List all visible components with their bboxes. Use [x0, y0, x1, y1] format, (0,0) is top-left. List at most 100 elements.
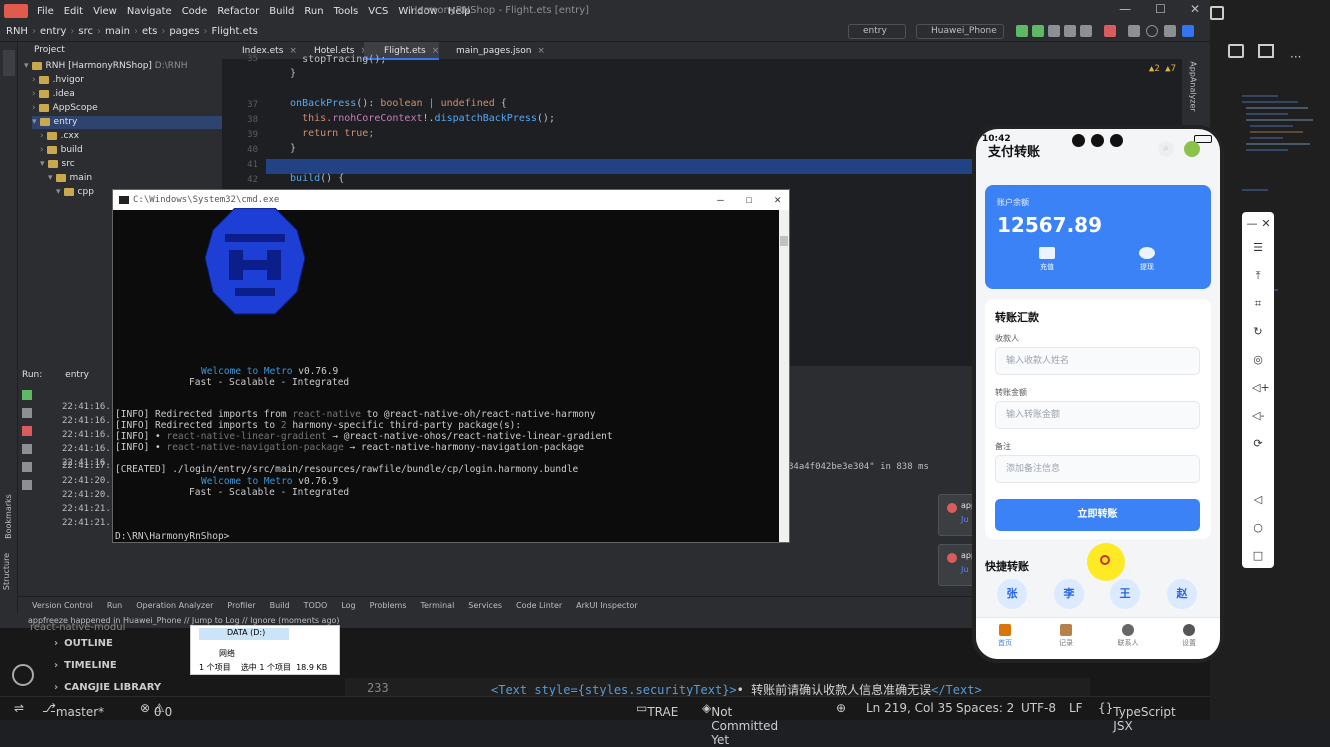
menu-build[interactable]: Build: [264, 6, 299, 17]
trae-item[interactable]: ▭ TRAE: [636, 701, 678, 719]
debug-icon[interactable]: [1032, 25, 1044, 37]
maximize-icon[interactable]: ☐: [746, 193, 753, 206]
minimize-icon[interactable]: —: [1246, 218, 1258, 230]
tree-item[interactable]: › .cxx: [40, 130, 79, 143]
sync-icon[interactable]: [1128, 25, 1140, 37]
tool-build[interactable]: Build: [270, 601, 290, 610]
tool-services[interactable]: Services: [468, 601, 502, 610]
menu-vcs[interactable]: VCS: [363, 6, 393, 17]
menu-file[interactable]: File: [32, 6, 59, 17]
tree-item[interactable]: ▾ src: [40, 158, 75, 171]
tool-terminal[interactable]: Terminal: [420, 601, 454, 610]
stop-icon[interactable]: [1104, 25, 1116, 37]
tab-contacts[interactable]: 联系人: [1108, 624, 1148, 648]
tree-item[interactable]: ▾ main: [48, 172, 92, 185]
tool-run[interactable]: Run: [107, 601, 122, 610]
volume-down-icon[interactable]: ◁-: [1252, 410, 1264, 422]
menu-tools[interactable]: Tools: [329, 6, 364, 17]
indentation[interactable]: Spaces: 2: [956, 701, 1014, 715]
cmd-prompt[interactable]: D:\RN\HarmonyRnShop>: [115, 531, 229, 542]
minimize-icon[interactable]: —: [717, 193, 724, 206]
crop-icon[interactable]: ⌗: [1252, 298, 1264, 310]
menu-navigate[interactable]: Navigate: [122, 6, 177, 17]
tool-problems[interactable]: Problems: [370, 601, 407, 610]
edit-icon[interactable]: [1228, 44, 1244, 58]
structure-tool[interactable]: Structure: [2, 553, 11, 590]
gear-icon[interactable]: [1164, 25, 1176, 37]
run-config-select[interactable]: entry: [848, 24, 906, 39]
ai-assistant-icon[interactable]: [1182, 25, 1194, 37]
zoom-icon[interactable]: ⊕: [836, 701, 846, 715]
close-icon[interactable]: ✕: [774, 193, 781, 206]
split-icon[interactable]: [1210, 6, 1224, 20]
attach-icon[interactable]: [1064, 25, 1076, 37]
wrench-icon[interactable]: [22, 408, 32, 418]
tool-code-linter[interactable]: Code Linter: [516, 601, 562, 610]
location-icon[interactable]: ◎: [1252, 354, 1264, 366]
recents-icon[interactable]: □: [1252, 550, 1264, 562]
menu-refactor[interactable]: Refactor: [212, 6, 264, 17]
vscode-editor-line[interactable]: 233 <Text style={styles.securityText}>• …: [345, 678, 1090, 698]
search-icon[interactable]: [1146, 25, 1158, 37]
tree-item[interactable]: › .hvigor: [32, 74, 84, 87]
language-mode[interactable]: {} TypeScript JSX: [1098, 701, 1176, 733]
rotate-icon[interactable]: ↻: [1252, 326, 1264, 338]
transfer-now-button[interactable]: 立即转账: [995, 499, 1200, 531]
avatar[interactable]: [1184, 141, 1200, 157]
recharge-button[interactable]: 充值: [1027, 247, 1067, 272]
network-item[interactable]: 网络: [219, 648, 235, 659]
back-icon[interactable]: ◁: [1252, 494, 1264, 506]
project-tool-icon[interactable]: [3, 50, 15, 76]
settings-gear-icon[interactable]: [12, 664, 34, 686]
tool-arkui-inspector[interactable]: ArkUI Inspector: [576, 601, 637, 610]
volume-up-icon[interactable]: ◁+: [1252, 382, 1270, 394]
bookmarks-tool[interactable]: Bookmarks: [4, 494, 13, 539]
minimize-icon[interactable]: —: [1119, 2, 1131, 16]
tree-item[interactable]: ▾ entry: [32, 116, 222, 129]
more-icon[interactable]: ···: [1290, 50, 1301, 64]
tree-item[interactable]: › AppScope: [32, 102, 98, 115]
run-icon[interactable]: [1016, 25, 1028, 37]
tab-main-pages[interactable]: main_pages.json ×: [436, 42, 545, 60]
tab-records[interactable]: 记录: [1046, 624, 1086, 648]
breadcrumb-item[interactable]: pages: [169, 26, 199, 37]
cangjie-library-section[interactable]: › CANGJIE LIBRARY: [54, 682, 161, 693]
breadcrumb-item[interactable]: entry: [40, 26, 66, 37]
contact-avatar[interactable]: 王: [1110, 579, 1140, 609]
trash-icon[interactable]: [22, 480, 32, 490]
breadcrumb-item[interactable]: ets: [142, 26, 157, 37]
git-blame[interactable]: ◈ Not Committed Yet: [702, 701, 778, 747]
tab-home[interactable]: 首页: [985, 624, 1025, 648]
home-icon[interactable]: ○: [1252, 522, 1264, 534]
project-panel-header[interactable]: Project: [18, 42, 222, 58]
breadcrumb-item[interactable]: RNH: [6, 26, 28, 37]
rerun-icon[interactable]: [22, 390, 32, 400]
menu-edit[interactable]: Edit: [59, 6, 88, 17]
tool-operation-analyzer[interactable]: Operation Analyzer: [136, 601, 213, 610]
scroll-thumb[interactable]: [780, 236, 788, 246]
amount-input[interactable]: 输入转账金额: [995, 401, 1200, 429]
contact-avatar[interactable]: 赵: [1167, 579, 1197, 609]
withdraw-button[interactable]: 提现: [1127, 247, 1167, 272]
encoding[interactable]: UTF-8: [1021, 701, 1056, 715]
coverage-icon[interactable]: [1080, 25, 1092, 37]
shake-icon[interactable]: ⟳: [1252, 438, 1264, 450]
drive-item[interactable]: DATA (D:): [199, 628, 289, 640]
close-icon[interactable]: ✕: [1260, 218, 1272, 230]
menu-run[interactable]: Run: [299, 6, 328, 17]
tree-item[interactable]: ▾ cpp: [56, 186, 94, 199]
tool-todo[interactable]: TODO: [304, 601, 328, 610]
tree-item[interactable]: › build: [40, 144, 83, 157]
app-analyzer-tool[interactable]: AppAnalyzer: [1189, 61, 1198, 111]
remote-icon[interactable]: ⇌: [14, 701, 24, 715]
cursor-position[interactable]: Ln 219, Col 35: [866, 701, 953, 715]
timeline-section[interactable]: › TIMELINE: [54, 660, 117, 671]
menu-view[interactable]: View: [88, 6, 122, 17]
tree-item[interactable]: › .idea: [32, 88, 75, 101]
cmd-scrollbar[interactable]: [779, 210, 789, 542]
payee-input[interactable]: 输入收款人姓名: [995, 347, 1200, 375]
contact-avatar[interactable]: 张: [997, 579, 1027, 609]
profile-icon[interactable]: [1048, 25, 1060, 37]
problems-count[interactable]: ⊗ 0 ⚠ 0: [140, 701, 172, 719]
tree-item[interactable]: ▾ RNH [HarmonyRNShop] D:\RNH: [24, 60, 188, 73]
